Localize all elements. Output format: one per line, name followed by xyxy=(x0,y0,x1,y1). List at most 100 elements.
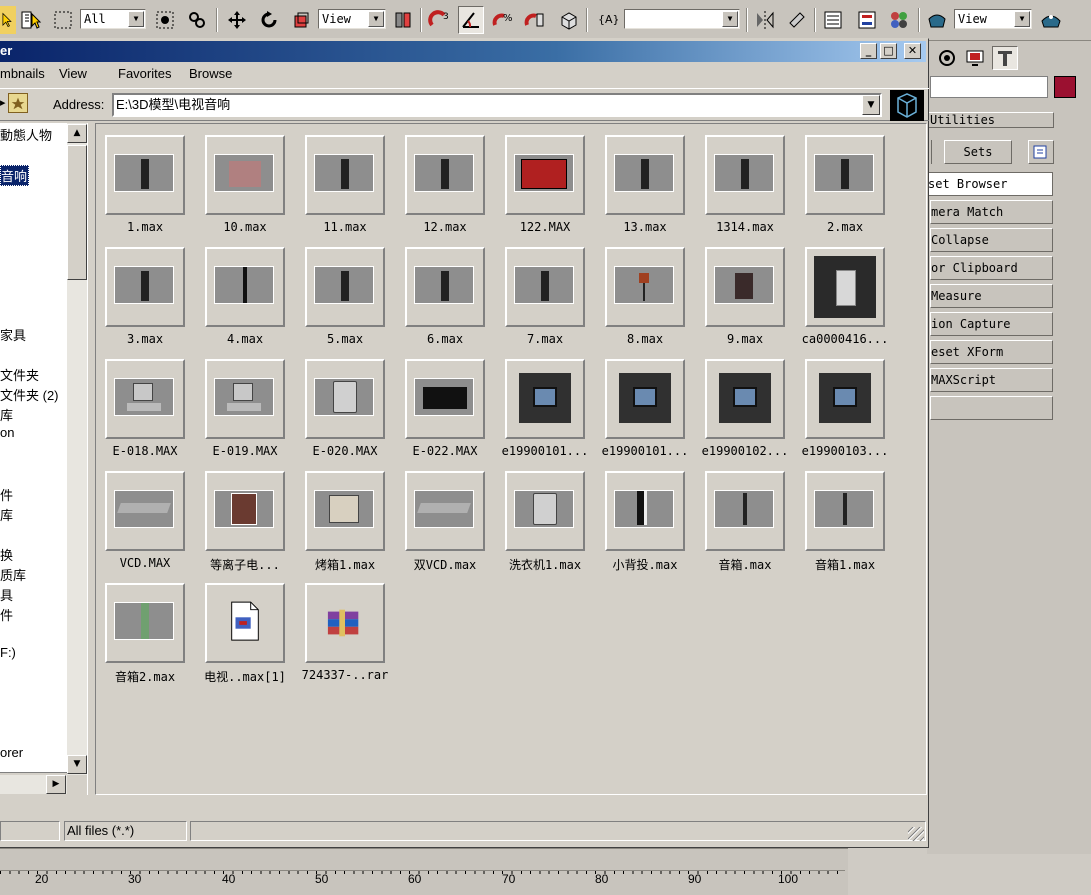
menu-thumbnails[interactable]: mbnails xyxy=(0,66,45,81)
file-thumbnail[interactable] xyxy=(105,135,185,215)
pane-splitter[interactable] xyxy=(87,123,95,795)
file-name-label[interactable]: e19900103... xyxy=(795,444,895,458)
file-name-label[interactable]: VCD.MAX xyxy=(95,556,195,570)
utility-color-clipboard[interactable]: or Clipboard xyxy=(930,256,1053,280)
tree-item[interactable]: 件 xyxy=(0,485,13,504)
tree-item[interactable]: 文件夹 xyxy=(0,365,39,384)
utility-maxscript[interactable]: MAXScript xyxy=(930,368,1053,392)
close-button[interactable]: ✕ xyxy=(904,43,921,59)
file-thumbnail[interactable] xyxy=(105,359,185,439)
file-thumbnail[interactable] xyxy=(405,247,485,327)
selection-filter-dropdown[interactable]: All ▼ xyxy=(80,9,146,29)
file-thumbnail[interactable] xyxy=(305,471,385,551)
minimize-button[interactable]: _ xyxy=(860,43,877,59)
file-name-label[interactable]: 双VCD.max xyxy=(395,556,495,573)
file-thumbnail[interactable] xyxy=(605,359,685,439)
pivot-center-icon[interactable] xyxy=(390,6,416,34)
object-name-field[interactable] xyxy=(930,76,1048,98)
file-thumbnail[interactable] xyxy=(705,135,785,215)
align-icon[interactable] xyxy=(784,6,810,34)
file-name-label[interactable]: 烤箱1.max xyxy=(295,556,395,573)
file-name-label[interactable]: e19900102... xyxy=(695,444,795,458)
select-and-scale-icon[interactable] xyxy=(288,6,314,34)
file-thumbnail[interactable] xyxy=(405,471,485,551)
file-thumbnail[interactable] xyxy=(505,471,585,551)
file-thumbnail[interactable] xyxy=(205,583,285,663)
file-name-label[interactable]: 122.MAX xyxy=(495,220,595,234)
file-thumbnail[interactable] xyxy=(305,359,385,439)
ref-coord-dropdown[interactable]: View ▼ xyxy=(318,9,386,29)
named-selection-icon[interactable] xyxy=(556,6,582,34)
schematic-view-icon[interactable] xyxy=(854,6,880,34)
menu-browse[interactable]: Browse xyxy=(189,66,232,81)
file-thumbnail[interactable] xyxy=(805,359,885,439)
tree-item[interactable]: 换 xyxy=(0,545,13,564)
file-name-label[interactable]: 音箱.max xyxy=(695,556,795,573)
file-name-label[interactable]: 2.max xyxy=(795,220,895,234)
file-thumbnail[interactable] xyxy=(605,247,685,327)
file-thumbnail[interactable] xyxy=(105,471,185,551)
file-name-label[interactable]: 7.max xyxy=(495,332,595,346)
utility-camera-match[interactable]: mera Match xyxy=(930,200,1053,224)
file-name-label[interactable]: E-019.MAX xyxy=(195,444,295,458)
menu-favorites[interactable]: Favorites xyxy=(118,66,171,81)
menu-view[interactable]: View xyxy=(59,66,87,81)
file-thumbnail[interactable] xyxy=(605,135,685,215)
file-name-label[interactable]: E-022.MAX xyxy=(395,444,495,458)
utility-motion-capture[interactable]: ion Capture xyxy=(930,312,1053,336)
file-thumbnail[interactable] xyxy=(505,247,585,327)
scroll-up-arrow-icon[interactable]: ▲ xyxy=(67,124,87,143)
file-thumbnail[interactable] xyxy=(805,135,885,215)
file-name-label[interactable]: 5.max xyxy=(295,332,395,346)
sets-button[interactable]: Sets xyxy=(944,140,1012,164)
utilities-tab-icon[interactable] xyxy=(992,46,1018,70)
named-selection-dropdown[interactable]: ▼ xyxy=(624,9,740,29)
tree-item-selected[interactable]: 音响 xyxy=(0,165,30,186)
spinner-snap-icon[interactable] xyxy=(522,6,548,34)
file-thumbnail[interactable] xyxy=(205,359,285,439)
file-name-label[interactable]: 电视..max[1] xyxy=(195,668,295,685)
file-thumbnail[interactable] xyxy=(505,135,585,215)
angle-snap-icon[interactable] xyxy=(458,6,484,34)
file-name-label[interactable]: e19900101... xyxy=(595,444,695,458)
tree-item[interactable]: 文件夹 (2) xyxy=(0,385,59,404)
file-name-label[interactable]: 8.max xyxy=(595,332,695,346)
object-color-swatch[interactable] xyxy=(1054,76,1076,98)
up-folder-icon[interactable]: ▸ xyxy=(0,92,8,116)
folder-tree[interactable]: 動態人物 音响 家具 文件夹 文件夹 (2) 库 on 件 库 换 质库 具 件… xyxy=(0,123,67,773)
file-name-label[interactable]: E-018.MAX xyxy=(95,444,195,458)
quick-render-icon[interactable] xyxy=(1036,6,1066,34)
file-name-label[interactable]: 1.max xyxy=(95,220,195,234)
file-name-label[interactable]: 1314.max xyxy=(695,220,795,234)
tree-item[interactable]: orer xyxy=(0,745,23,760)
select-and-move-icon[interactable] xyxy=(224,6,250,34)
file-name-label[interactable]: 10.max xyxy=(195,220,295,234)
file-name-label[interactable]: ca0000416... xyxy=(795,332,895,346)
maximize-button[interactable]: □ xyxy=(880,43,897,59)
scroll-down-arrow-icon[interactable]: ▼ xyxy=(67,755,87,774)
file-name-label[interactable]: 音箱1.max xyxy=(795,556,895,573)
file-name-label[interactable]: E-020.MAX xyxy=(295,444,395,458)
file-thumbnail[interactable] xyxy=(705,247,785,327)
utility-asset-browser[interactable]: set Browser xyxy=(927,172,1053,196)
file-name-label[interactable]: 小背投.max xyxy=(595,556,695,573)
rect-selection-icon[interactable] xyxy=(50,6,76,34)
configure-button-sets-icon[interactable] xyxy=(1028,140,1054,164)
render-scene-icon[interactable] xyxy=(924,6,950,34)
tree-item[interactable]: 具 xyxy=(0,585,13,604)
file-name-label[interactable]: 等离子电... xyxy=(195,556,295,573)
scroll-right-arrow-icon[interactable]: ▶ xyxy=(46,775,66,794)
file-thumbnail[interactable] xyxy=(805,471,885,551)
tree-item[interactable]: 库 xyxy=(0,405,13,424)
edit-named-selections-icon[interactable]: {A} xyxy=(594,6,620,34)
file-name-label[interactable]: 4.max xyxy=(195,332,295,346)
select-and-link-icon[interactable] xyxy=(184,6,210,34)
file-thumbnail[interactable] xyxy=(505,359,585,439)
file-name-label[interactable]: 9.max xyxy=(695,332,795,346)
display-tab-icon[interactable] xyxy=(962,46,988,70)
file-thumbnail[interactable] xyxy=(705,471,785,551)
file-thumbnail[interactable] xyxy=(205,135,285,215)
file-name-label[interactable]: 6.max xyxy=(395,332,495,346)
file-name-label[interactable]: 3.max xyxy=(95,332,195,346)
motion-tab-icon[interactable] xyxy=(934,46,960,70)
